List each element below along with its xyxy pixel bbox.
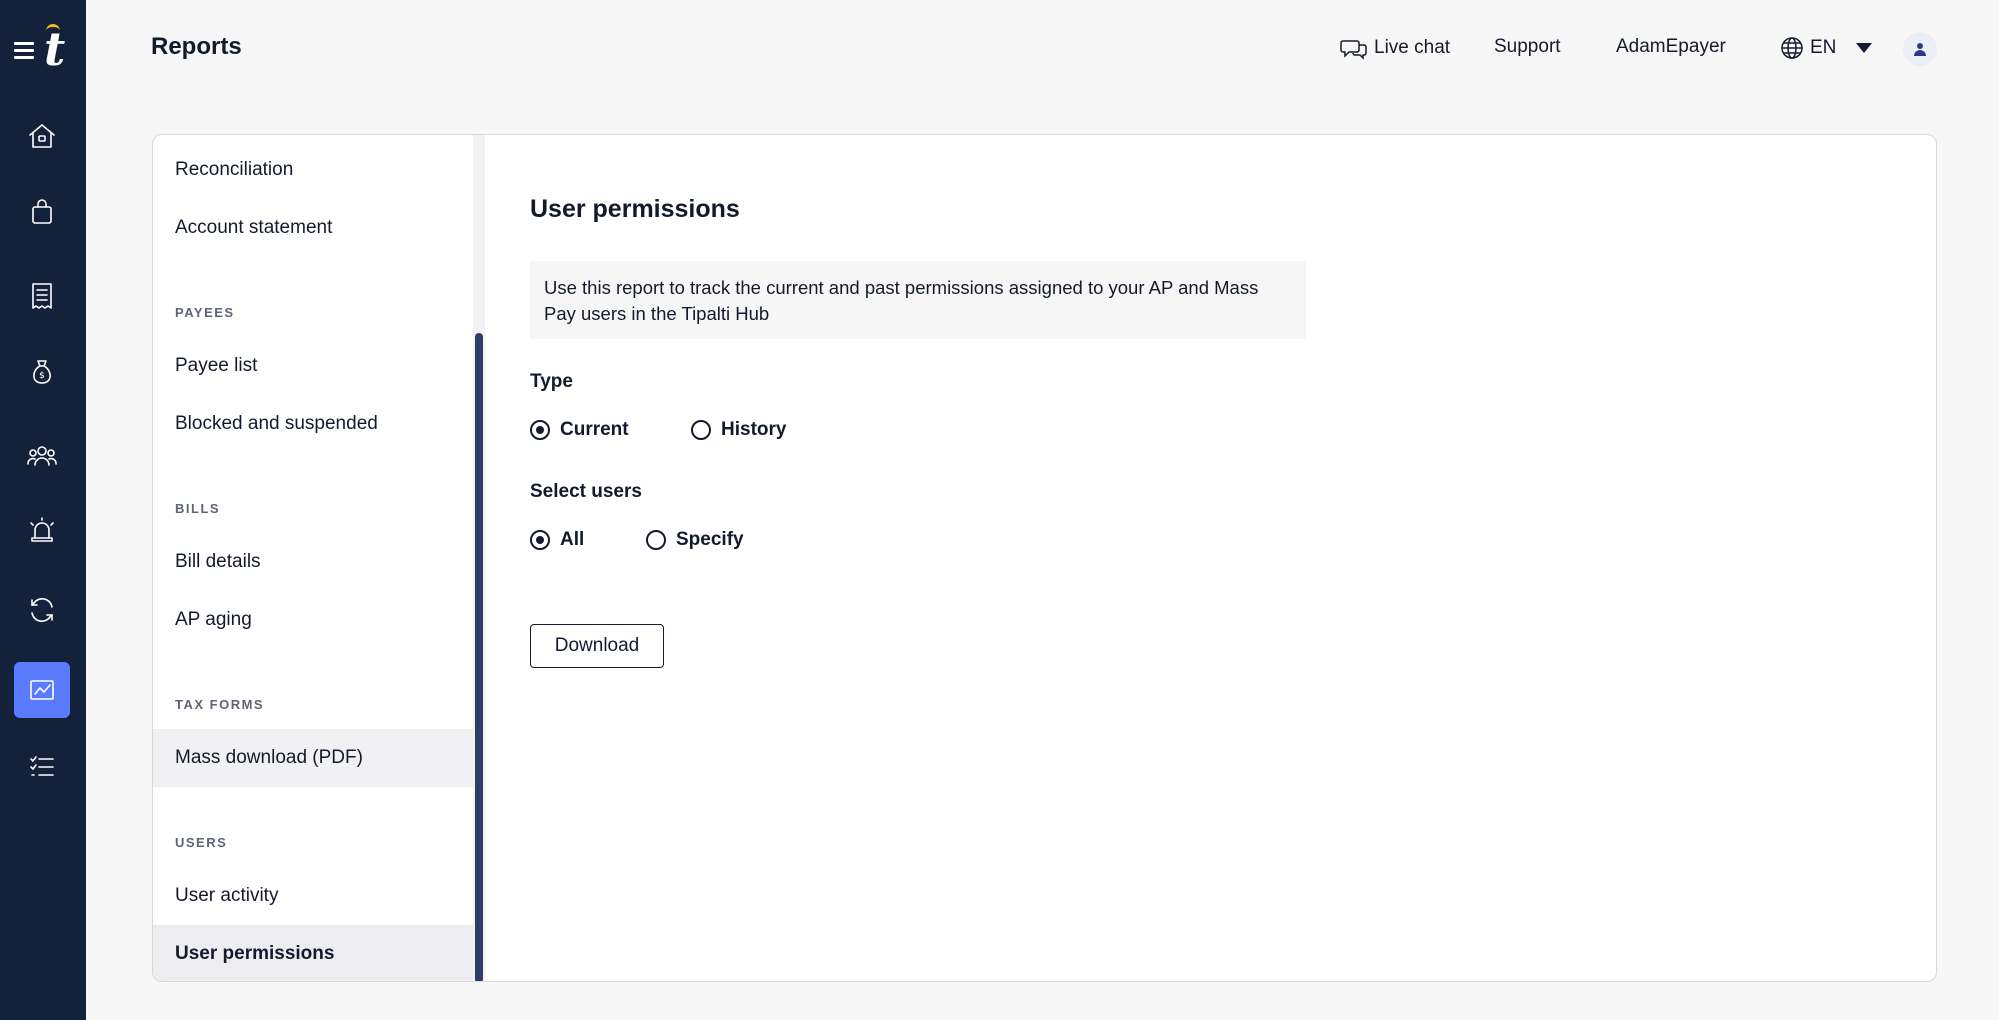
section-label-payees: PAYEES [175, 305, 235, 320]
live-chat-label: Live chat [1374, 37, 1451, 58]
reports-chart-icon[interactable] [14, 662, 70, 718]
alarm-icon[interactable] [14, 502, 70, 558]
sidebar-item-payee-list[interactable]: Payee list [153, 337, 473, 395]
users-icon[interactable] [14, 428, 70, 484]
radio-unchecked-icon [691, 420, 711, 440]
type-label: Type [530, 371, 573, 392]
sidebar-scrollbar-thumb[interactable] [475, 333, 483, 981]
radio-unchecked-icon [646, 530, 666, 550]
live-chat-link[interactable]: Live chat [1340, 36, 1450, 60]
sidebar-item-bill-details[interactable]: Bill details [153, 533, 473, 591]
home-icon[interactable] [14, 108, 70, 164]
sidebar-item-reconciliation[interactable]: Reconciliation [153, 141, 473, 199]
report-content: User permissions Use this report to trac… [491, 135, 1931, 981]
section-label-bills: BILLS [175, 501, 221, 516]
radio-type-history[interactable]: History [691, 419, 786, 441]
hamburger-menu-icon[interactable] [14, 42, 34, 63]
sidebar-item-account-statement[interactable]: Account statement [153, 199, 473, 257]
radio-users-specify[interactable]: Specify [646, 529, 744, 551]
select-users-label: Select users [530, 481, 642, 502]
money-bag-icon[interactable]: $ [14, 344, 70, 400]
reports-card: Reconciliation Account statement PAYEES … [152, 134, 1937, 982]
chevron-down-icon [1856, 43, 1873, 53]
report-title: User permissions [530, 195, 740, 223]
radio-checked-icon [530, 420, 550, 440]
page-title: Reports [151, 33, 242, 60]
svg-text:$: $ [39, 371, 45, 381]
language-label: EN [1810, 37, 1837, 58]
user-icon [1914, 43, 1926, 56]
report-description: Use this report to track the current and… [530, 261, 1306, 339]
tipalti-logo[interactable]: t [44, 24, 65, 74]
receipt-icon[interactable] [14, 268, 70, 324]
radio-type-current[interactable]: Current [530, 419, 629, 441]
radio-label: Current [560, 419, 629, 440]
sidebar-item-ap-aging[interactable]: AP aging [153, 591, 473, 649]
radio-users-all[interactable]: All [530, 529, 584, 551]
sidebar-item-mass-download[interactable]: Mass download (PDF) [153, 729, 473, 787]
radio-label: All [560, 529, 585, 550]
avatar[interactable] [1903, 32, 1937, 66]
section-label-tax-forms: TAX FORMS [175, 697, 265, 712]
sidebar-item-blocked-suspended[interactable]: Blocked and suspended [153, 395, 473, 453]
sync-icon[interactable] [14, 582, 70, 638]
chat-bubble-icon [1340, 40, 1367, 60]
support-link[interactable]: Support [1494, 36, 1561, 58]
section-label-users: USERS [175, 835, 228, 850]
radio-label: Specify [676, 529, 744, 550]
reports-sidebar: Reconciliation Account statement PAYEES … [153, 135, 473, 981]
radio-checked-icon [530, 530, 550, 550]
shopping-bag-icon[interactable] [14, 184, 70, 240]
user-menu[interactable]: AdamEpayer [1616, 36, 1726, 58]
left-nav-rail: t $ [0, 0, 86, 1020]
language-selector[interactable]: EN [1780, 36, 1873, 60]
globe-icon [1781, 37, 1803, 59]
download-button[interactable]: Download [530, 624, 664, 668]
tasks-list-icon[interactable] [14, 738, 70, 794]
sidebar-item-user-permissions[interactable]: User permissions [153, 925, 473, 981]
sidebar-item-user-activity[interactable]: User activity [153, 867, 473, 925]
radio-label: History [721, 419, 787, 440]
